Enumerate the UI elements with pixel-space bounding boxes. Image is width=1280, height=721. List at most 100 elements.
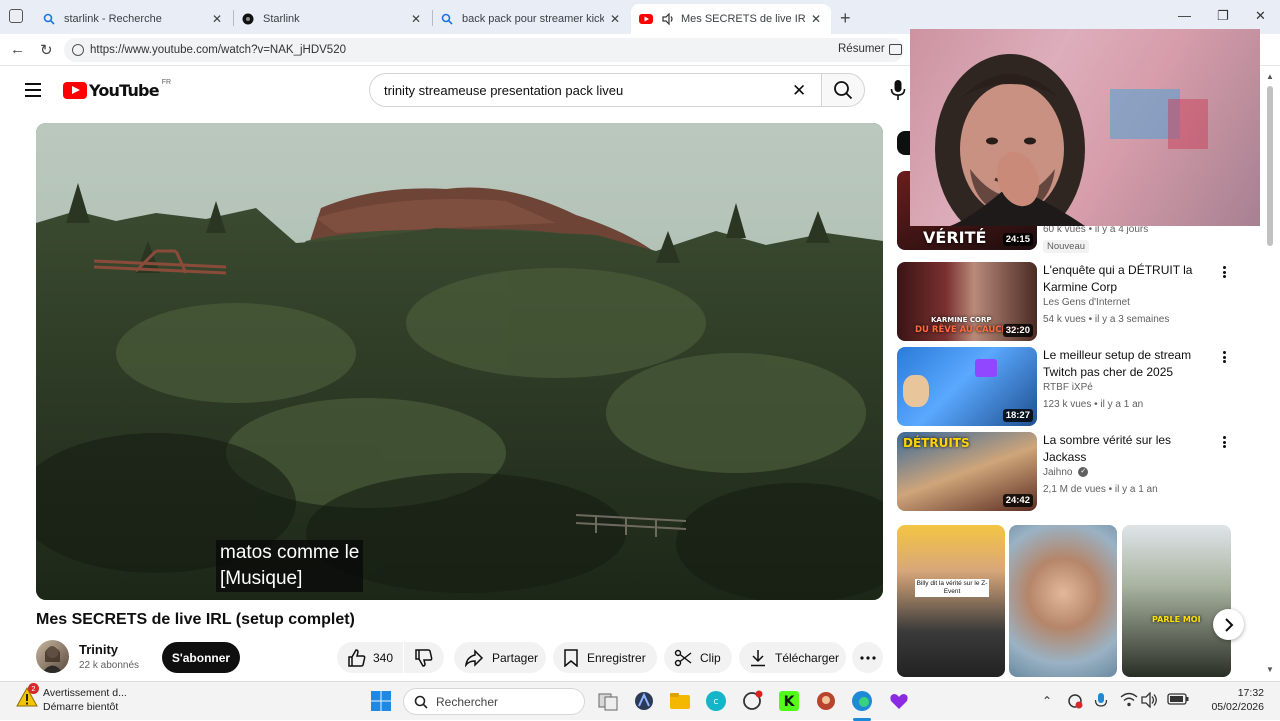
short-video[interactable] [1009,525,1117,677]
notification-count-badge: 2 [28,683,39,694]
thumbs-up-icon [348,648,366,667]
video-thumbnail: DÉTRUITS 24:42 [897,432,1037,511]
short-video[interactable]: PARLE MOI [1122,525,1231,677]
page-scrollbar[interactable]: ▲ ▼ [1265,72,1275,677]
chevron-up-icon[interactable]: ⌃ [1042,694,1052,708]
shorts-next-button[interactable] [1213,609,1244,640]
url-field[interactable]: https://www.youtube.com/watch?v=NAK_jHDV… [64,38,904,62]
tab-youtube-active[interactable]: Mes SECRETS de live IRL (setu ✕ [631,4,831,34]
kick-app-icon[interactable]: K [778,690,800,712]
microphone-tray-icon[interactable] [1094,692,1110,710]
save-button[interactable]: Enregistrer [553,642,657,673]
menu-icon[interactable] [25,83,41,97]
tab-close-icon[interactable]: ✕ [409,12,423,26]
related-video[interactable]: KARMINE CORP DU RÊVE AU CAUCHEM 32:20 L'… [897,262,1237,342]
volume-icon[interactable] [1141,691,1159,710]
weather-widget[interactable]: 2 [16,683,39,713]
chevron-right-icon [1224,617,1233,632]
scissors-icon [674,649,692,666]
tab-close-icon[interactable]: ✕ [210,12,224,26]
share-button[interactable]: Partager [454,642,546,673]
scroll-up-arrow-icon[interactable]: ▲ [1266,72,1274,81]
defender-tray-icon[interactable] [1066,692,1084,710]
battery-icon[interactable] [1167,692,1189,710]
more-horizontal-icon [859,655,876,660]
more-actions-button[interactable] [852,642,883,673]
minimize-icon[interactable]: — [1178,8,1191,23]
clock-time[interactable]: 17:32 [1218,687,1264,699]
wifi-icon[interactable] [1120,692,1138,710]
video-channel: RTBF iXPé [1043,382,1093,393]
video-player[interactable] [36,123,883,600]
edge-browser-icon[interactable] [851,690,873,712]
refresh-icon[interactable]: ↻ [40,41,53,59]
subtitle-line: matos comme le [220,542,360,563]
download-label: Télécharger [775,650,840,665]
filter-chip-all[interactable] [897,131,911,155]
taskbar-search-input[interactable]: Rechercher [403,688,585,715]
copilot-app-icon[interactable] [633,690,655,712]
dislike-button[interactable] [404,642,444,673]
resume-button[interactable]: Résumer [838,43,902,55]
search-input[interactable]: trinity streameuse presentation pack liv… [369,73,821,107]
more-vertical-icon[interactable] [1217,264,1231,280]
file-explorer-icon[interactable] [669,690,691,712]
tab-title: Mes SECRETS de live IRL (setu [681,13,805,25]
channel-avatar[interactable] [36,640,69,673]
canva-app-icon[interactable]: C [705,690,727,712]
windows-start-icon[interactable] [370,690,392,712]
youtube-play-icon [63,82,87,99]
workspaces-icon[interactable] [9,9,23,23]
game-app-icon[interactable] [815,690,837,712]
tab-title: Starlink [263,13,300,25]
search-query: trinity streameuse presentation pack liv… [384,82,624,98]
subscribe-button[interactable]: S'abonner [162,642,240,673]
video-meta: 123 k vues • il y a 1 an [1043,399,1144,410]
more-vertical-icon[interactable] [1217,434,1231,450]
new-tab-plus-icon[interactable]: + [840,8,851,29]
video-title: L'enquête qui a DÉTRUIT la Karmine Corp [1043,263,1193,294]
related-video[interactable]: DÉTRUITS 24:42 La sombre vérité sur les … [897,432,1237,512]
speaker-icon[interactable] [661,12,675,26]
clip-button[interactable]: Clip [664,642,732,673]
scroll-down-arrow-icon[interactable]: ▼ [1266,665,1274,674]
short-caption: Billy dit la vérité sur le Z-Event [915,579,989,597]
tab-title: starlink - Recherche [64,13,162,25]
youtube-logo-text: YouTube [89,81,160,100]
close-window-icon[interactable]: ✕ [1255,8,1266,24]
scrollbar-thumb[interactable] [1267,86,1273,246]
maximize-icon[interactable]: ❐ [1217,8,1229,24]
search-button[interactable] [821,73,865,107]
microphone-icon[interactable] [889,79,907,101]
more-vertical-icon[interactable] [1217,349,1231,365]
share-label: Partager [492,650,539,665]
short-video[interactable]: Billy dit la vérité sur le Z-Event [897,525,1005,677]
thumbnail-text: KARMINE CORP [931,316,992,324]
bookmark-icon [564,648,578,667]
search-icon [834,81,853,100]
purple-heart-app-icon[interactable] [888,690,910,712]
tab-starlink[interactable]: Starlink ✕ [233,4,431,34]
tab-close-icon[interactable]: ✕ [608,12,622,26]
channel-name[interactable]: Trinity [79,642,118,657]
share-arrow-icon [464,648,484,667]
youtube-logo[interactable]: YouTube FR [63,79,171,100]
resume-label: Résumer [838,43,885,55]
svg-text:K: K [784,694,796,710]
video-frame-forest [36,123,883,600]
tab-backpack-search[interactable]: back pack pour streamer kick twitc ✕ [432,4,630,34]
tab-close-icon[interactable]: ✕ [809,12,823,26]
download-button[interactable]: Télécharger [739,642,846,673]
back-arrow-icon[interactable]: ← [10,41,25,58]
related-video[interactable]: 18:27 Le meilleur setup de stream Twitch… [897,347,1237,427]
site-info-icon[interactable] [72,44,84,56]
clock-date[interactable]: 05/02/2026 [1200,701,1264,713]
clear-search-icon[interactable]: ✕ [792,81,806,101]
tab-starlink-search[interactable]: starlink - Recherche ✕ [34,4,232,34]
like-button[interactable]: 340 [337,642,403,673]
subtitle-line: [Musique] [220,568,303,589]
task-view-icon[interactable] [597,690,619,712]
video-channel: Les Gens d'Internet [1043,297,1130,308]
save-label: Enregistrer [587,650,646,665]
chatgpt-app-icon[interactable] [741,690,763,712]
